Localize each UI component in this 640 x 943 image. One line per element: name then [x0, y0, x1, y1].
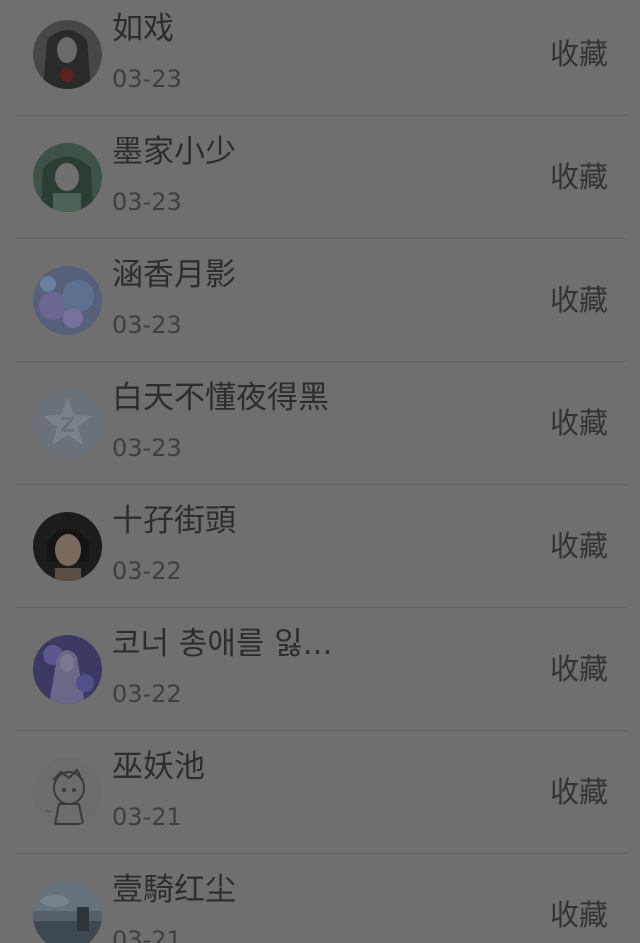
date-label: 03-23 — [112, 311, 182, 339]
avatar-dark-girl-icon[interactable] — [33, 20, 102, 89]
follower-list: 如戏 03-23 收藏 墨家小少 03-23 收藏 涵香月影 03-23 收藏 … — [0, 0, 640, 943]
avatar-blue-floral-icon[interactable] — [33, 266, 102, 335]
date-label: 03-22 — [112, 557, 182, 585]
favorite-button[interactable]: 收藏 — [550, 36, 608, 72]
avatar-sky-landscape-icon[interactable] — [33, 881, 102, 943]
avatar-green-anime-icon[interactable] — [33, 143, 102, 212]
avatar-portrait-icon[interactable] — [33, 512, 102, 581]
list-item[interactable]: 如戏 03-23 收藏 — [0, 0, 640, 116]
list-item[interactable]: 十孖街頭 03-22 收藏 — [0, 485, 640, 608]
date-label: 03-22 — [112, 680, 182, 708]
list-item[interactable]: 墨家小少 03-23 收藏 — [0, 116, 640, 239]
date-label: 03-21 — [112, 803, 182, 831]
favorite-button[interactable]: 收藏 — [550, 282, 608, 318]
date-label: 03-23 — [112, 434, 182, 462]
list-item[interactable]: 코너 총애를 잃... 03-22 收藏 — [0, 608, 640, 731]
date-label: 03-21 — [112, 926, 182, 943]
date-label: 03-23 — [112, 188, 182, 216]
user-name: 如戏 — [112, 11, 174, 47]
list-item[interactable]: 壹騎红尘 03-21 收藏 — [0, 854, 640, 943]
favorite-button[interactable]: 收藏 — [550, 528, 608, 564]
avatar-purple-anime-icon[interactable] — [33, 635, 102, 704]
user-name: 코너 총애를 잃... — [112, 626, 333, 662]
list-item[interactable]: 涵香月影 03-23 收藏 — [0, 239, 640, 362]
favorite-button[interactable]: 收藏 — [550, 651, 608, 687]
user-name: 十孖街頭 — [112, 503, 236, 539]
list-item[interactable]: ~ 巫妖池 03-21 收藏 — [0, 731, 640, 854]
avatar-sketch-icon[interactable]: ~ — [33, 758, 102, 827]
favorite-button[interactable]: 收藏 — [550, 405, 608, 441]
user-name: 涵香月影 — [112, 257, 236, 293]
user-name: 墨家小少 — [112, 134, 236, 170]
list-item[interactable]: Z 白天不懂夜得黑 03-23 收藏 — [0, 362, 640, 485]
svg-text:~: ~ — [45, 807, 52, 816]
svg-text:Z: Z — [60, 413, 75, 437]
avatar-qzone-default-icon[interactable]: Z — [33, 389, 102, 458]
favorite-button[interactable]: 收藏 — [550, 774, 608, 810]
date-label: 03-23 — [112, 65, 182, 93]
favorite-button[interactable]: 收藏 — [550, 897, 608, 933]
favorite-button[interactable]: 收藏 — [550, 159, 608, 195]
user-name: 白天不懂夜得黑 — [112, 380, 329, 416]
user-name: 巫妖池 — [112, 749, 205, 785]
user-name: 壹騎红尘 — [112, 872, 236, 908]
